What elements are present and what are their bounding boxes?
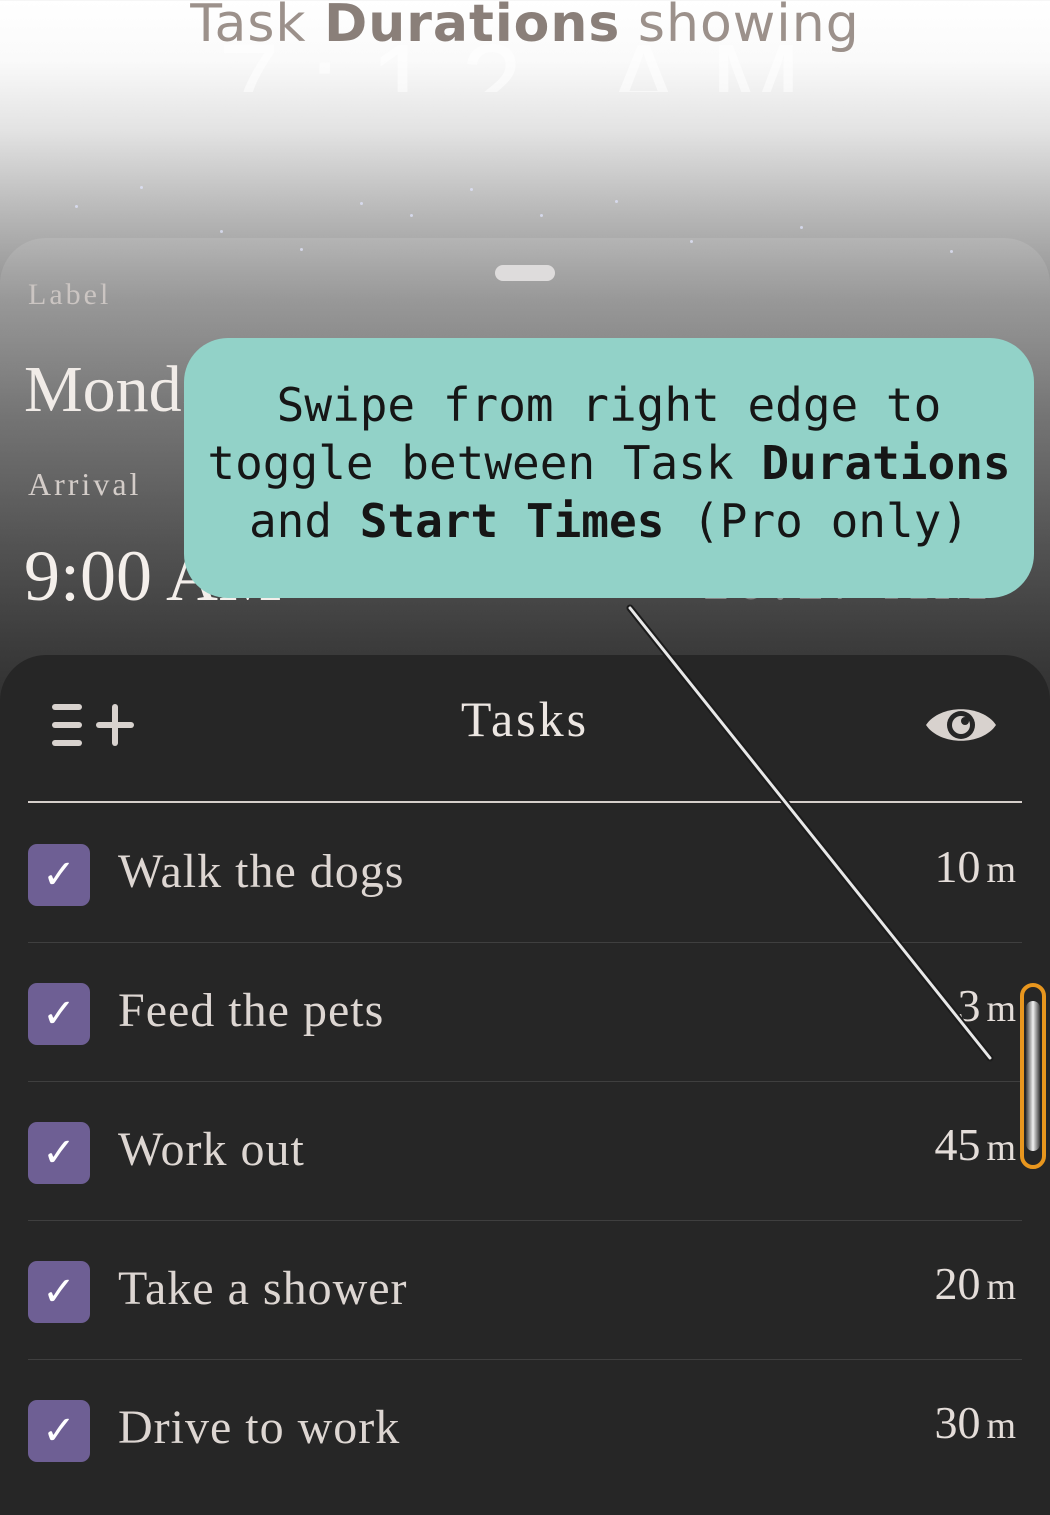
task-row[interactable]: ✓ Drive to work 30 m: [28, 1360, 1022, 1499]
task-name: Work out: [118, 1123, 305, 1176]
instruction-callout: Swipe from right edge to toggle between …: [184, 338, 1034, 598]
task-name: Drive to work: [118, 1401, 401, 1454]
task-row[interactable]: ✓ Take a shower 20 m: [28, 1221, 1022, 1360]
task-duration: 3m: [957, 980, 1016, 1031]
task-duration: 30 m: [934, 1397, 1016, 1448]
task-duration: 45 m: [934, 1119, 1016, 1170]
task-row[interactable]: ✓ Walk the dogs 10 m: [28, 804, 1022, 943]
header-divider: [28, 801, 1022, 803]
task-name: Feed the pets: [118, 984, 385, 1037]
caption-suffix: showing: [637, 0, 860, 54]
task-checkbox[interactable]: ✓: [28, 1261, 90, 1323]
tasks-title: Tasks: [460, 691, 590, 747]
callout-line-1: Swipe from right edge to: [276, 378, 942, 432]
task-row[interactable]: ✓ Feed the pets 3m: [28, 943, 1022, 1082]
sheet-grabber-handle[interactable]: [495, 265, 555, 281]
task-checkbox[interactable]: ✓: [28, 1400, 90, 1462]
caption-bold: Durations: [324, 0, 621, 54]
caption-title: Task Durations showing: [0, 0, 1050, 54]
task-row[interactable]: ✓ Work out 45 m: [28, 1082, 1022, 1221]
swipe-edge-handle[interactable]: [1020, 983, 1046, 1169]
task-duration: 20 m: [934, 1258, 1016, 1309]
task-checkbox[interactable]: ✓: [28, 1122, 90, 1184]
task-checkbox[interactable]: ✓: [28, 983, 90, 1045]
task-name: Walk the dogs: [118, 845, 405, 898]
eye-icon[interactable]: [922, 700, 1000, 750]
callout-line-3: and Start Times (Pro only): [248, 494, 970, 548]
label-caption: Label: [28, 278, 112, 311]
task-checkbox[interactable]: ✓: [28, 844, 90, 906]
caption-prefix: Task: [190, 0, 307, 54]
task-duration: 10 m: [934, 841, 1016, 892]
arrival-caption: Arrival: [28, 466, 142, 502]
callout-line-2: toggle between Task Durations: [207, 436, 1011, 490]
task-name: Take a shower: [118, 1262, 408, 1315]
